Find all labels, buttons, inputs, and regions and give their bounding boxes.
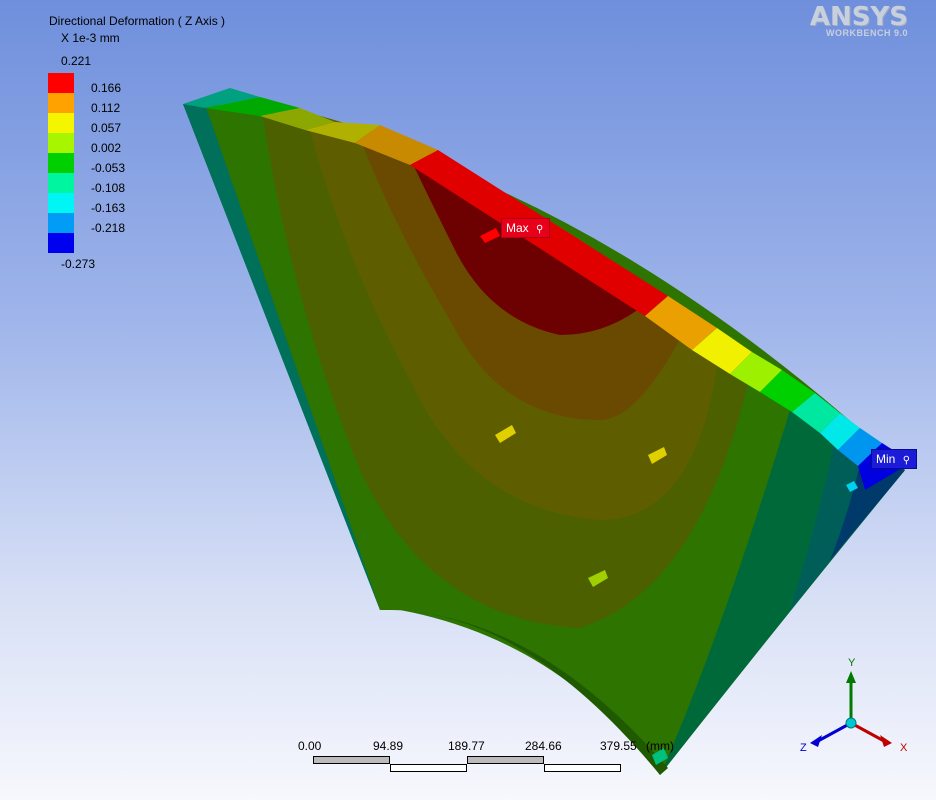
legend-max-value: 0.221 <box>61 54 92 68</box>
legend-swatch-7 <box>48 213 74 233</box>
scale-tick-3: 284.66 <box>525 739 562 753</box>
ansys-logo: ANSYS WORKBENCH 9.0 <box>810 2 908 38</box>
scale-segments <box>313 756 621 774</box>
scale-seg-3 <box>467 756 544 764</box>
min-probe-label[interactable]: Min ⚲ <box>871 449 918 469</box>
legend-label-6: -0.163 <box>91 201 126 215</box>
legend-swatch-4 <box>48 153 74 173</box>
triad-x-label: X <box>900 742 908 754</box>
legend-units: X 1e-3 mm <box>61 31 120 45</box>
scale-seg-1 <box>313 756 390 764</box>
legend-swatch-0 <box>48 73 74 93</box>
legend-label-4: -0.053 <box>91 161 126 175</box>
legend-swatch-1 <box>48 93 74 113</box>
scale-unit: (mm) <box>646 739 674 753</box>
legend-label-5: -0.108 <box>91 181 126 195</box>
legend-title: Directional Deformation ( Z Axis ) <box>49 14 226 28</box>
scale-seg-2 <box>390 764 467 772</box>
scale-tick-4: 379.55 <box>600 739 637 753</box>
pin-icon: ⚲ <box>536 224 544 235</box>
legend-color-bar <box>48 73 74 253</box>
legend-swatch-8 <box>48 233 74 253</box>
legend-label-1: 0.112 <box>91 101 121 115</box>
max-probe-label[interactable]: Max ⚲ <box>501 218 551 238</box>
legend-swatch-2 <box>48 113 74 133</box>
pin-icon: ⚲ <box>902 455 911 466</box>
triad-y-label: Y <box>848 657 856 669</box>
legend-label-2: 0.057 <box>91 121 122 135</box>
legend-label-3: 0.002 <box>91 141 122 155</box>
triad-origin <box>845 717 857 729</box>
max-probe-text: Max <box>506 221 529 235</box>
scale-tick-0: 0.00 <box>298 739 322 753</box>
scale-seg-4 <box>544 764 621 772</box>
legend-swatch-6 <box>48 193 74 213</box>
legend-min-value: -0.273 <box>61 257 96 271</box>
min-probe-text: Min <box>876 452 896 466</box>
triad-x-axis <box>850 721 885 743</box>
triad-y-arrow <box>846 671 856 683</box>
legend-swatch-3 <box>48 133 74 153</box>
scale-bar: 0.00 94.89 189.77 284.66 379.55 (mm) <box>298 739 698 779</box>
scale-tick-1: 94.89 <box>373 739 404 753</box>
legend-label-7: -0.218 <box>91 221 126 235</box>
scale-tick-2: 189.77 <box>448 739 485 753</box>
triad-z-axis <box>817 721 852 743</box>
coordinate-triad[interactable]: Y X Z <box>796 655 916 765</box>
triad-z-label: Z <box>800 742 807 754</box>
legend-label-0: 0.166 <box>91 81 122 95</box>
legend-swatch-5 <box>48 173 74 193</box>
graphics-viewport[interactable]: Directional Deformation ( Z Axis ) X 1e-… <box>0 0 936 800</box>
legend-labels: 0.166 0.112 0.057 0.002 -0.053 -0.108 -0.163 -0… <box>91 81 125 241</box>
